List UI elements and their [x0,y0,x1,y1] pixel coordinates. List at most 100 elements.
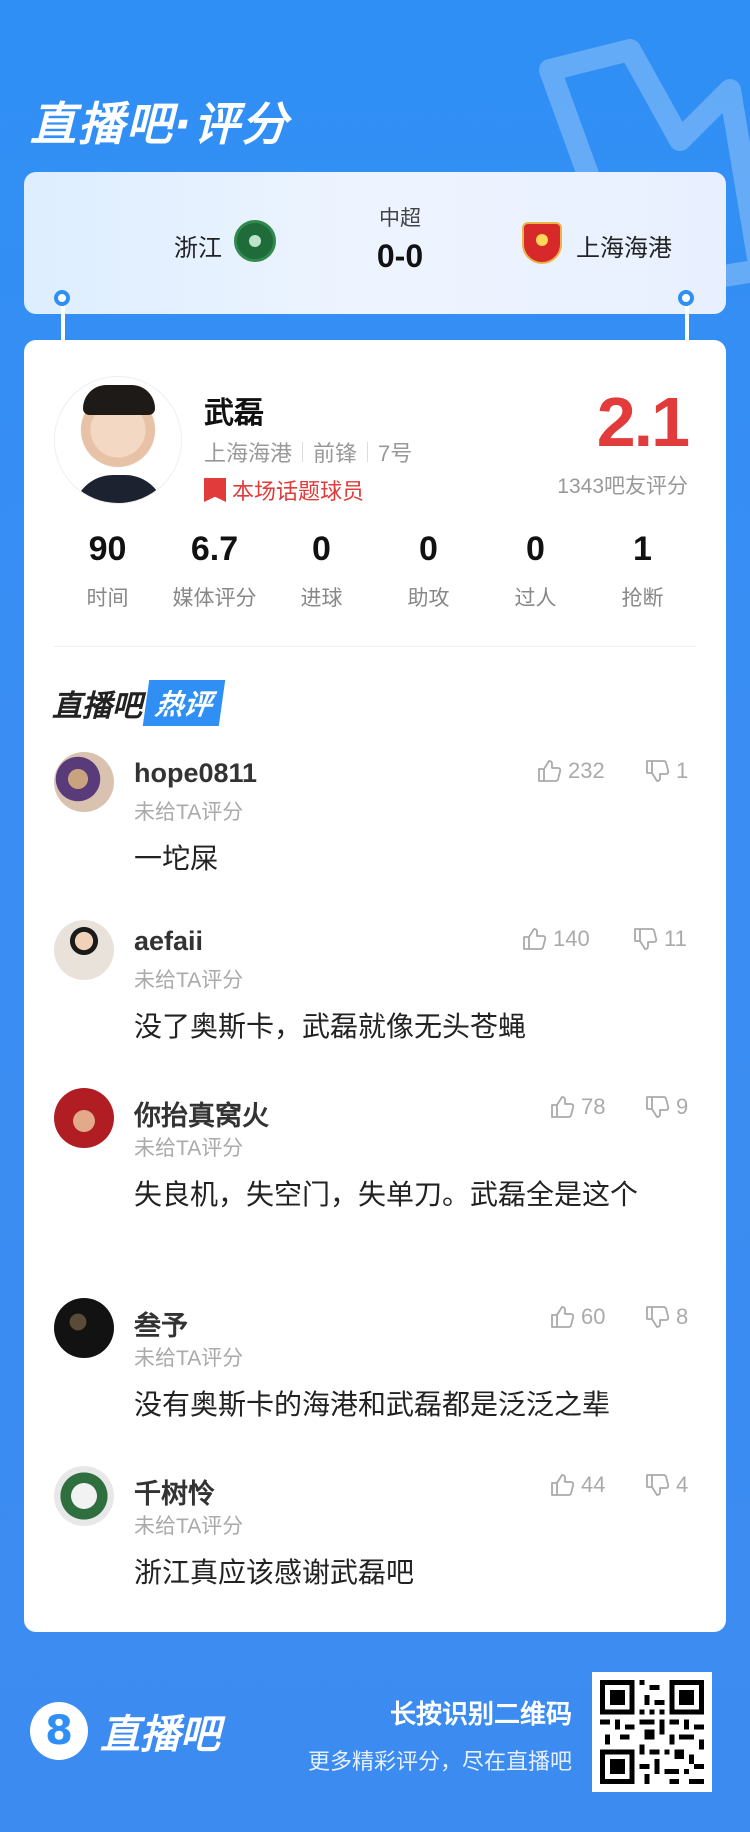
away-team-name: 上海海港 [576,235,672,262]
thumbs-up-icon [523,928,547,950]
stat-dribbles: 0 过人 [482,530,589,612]
user-avatar[interactable] [54,920,114,980]
stat-value: 0 [312,530,331,568]
player-number: 7号 [378,441,413,466]
thumbs-down-icon [646,1096,670,1118]
footer-logo: 8 直播吧 [30,1702,220,1760]
home-team-name: 浙江 [174,235,222,262]
stat-value: 0 [526,530,545,568]
stat-value: 6.7 [190,530,239,568]
stat-value: 90 [88,530,127,568]
comment-username[interactable]: aefaii [134,926,203,957]
stat-media-rating: 6.7 媒体评分 [161,530,268,612]
meta-divider [367,442,369,462]
like-count: 232 [568,758,605,783]
topic-tag-label: 本场话题球员 [232,479,365,504]
stat-value: 1 [633,530,652,568]
footer-logo-text: 直播吧 [100,1712,220,1758]
dislike-button[interactable]: 11 [632,926,687,952]
connector-pin-left-top [54,290,70,306]
stat-label: 抢断 [621,587,664,610]
thumbs-up-icon [551,1474,575,1496]
comment-text: 浙江真应该感谢武磊吧 [134,1557,415,1588]
stat-label: 过人 [514,587,557,610]
comment-username[interactable]: hope0811 [134,758,257,789]
comment-text: 没有奥斯卡的海港和武磊都是泛泛之辈 [134,1389,611,1420]
dislike-count: 4 [676,1472,689,1497]
thumbs-down-icon [646,1474,670,1496]
stat-value: 0 [419,530,438,568]
like-button[interactable]: 44 [549,1472,605,1498]
like-count: 44 [581,1472,606,1497]
comment-username[interactable]: 你抬真窝火 [134,1094,269,1133]
meta-divider [302,442,304,462]
like-count: 60 [581,1304,606,1329]
stat-label: 助攻 [407,587,450,610]
dislike-button[interactable]: 1 [644,758,688,784]
comment-rating-status: 未给TA评分 [134,969,244,992]
home-team-badge-icon [234,220,276,262]
user-avatar[interactable] [54,1088,114,1148]
comment-rating-status: 未给TA评分 [134,1515,244,1538]
like-button[interactable]: 60 [549,1304,605,1330]
stat-tackles: 1 抢断 [589,530,696,612]
dislike-button[interactable]: 8 [644,1304,688,1330]
dislike-count: 8 [676,1304,689,1329]
section-divider [54,646,696,647]
user-avatar[interactable] [54,752,114,812]
dislike-count: 9 [676,1094,689,1119]
player-rating: 2.1 [596,383,690,461]
like-button[interactable]: 232 [536,758,605,784]
thumbs-down-icon [646,1306,670,1328]
player-avatar [54,376,182,504]
league-label: 中超 [379,207,421,230]
dislike-button[interactable]: 9 [644,1094,688,1120]
comment-text: 失良机，失空门，失单刀。武磊全是这个 [134,1179,639,1210]
thumbs-up-icon [538,760,562,782]
comment-rating-status: 未给TA评分 [134,1347,244,1370]
qr-code-icon [600,1680,704,1784]
player-team: 上海海港 [204,441,293,466]
match-card: 浙江 中超 0-0 上海海港 [24,172,726,314]
player-name: 武磊 [204,397,264,430]
flag-icon [204,478,226,502]
thumbs-up-icon [551,1306,575,1328]
qr-code[interactable] [592,1672,712,1792]
like-count: 78 [581,1094,606,1119]
player-card: 武磊 上海海港 前锋 7号 本场话题球员 2.1 1343吧友评分 90 时间 … [24,340,726,1632]
like-button[interactable]: 78 [549,1094,605,1120]
comment-text: 没了奥斯卡，武磊就像无头苍蝇 [134,1011,527,1042]
comment-username[interactable]: 千树怜 [134,1472,215,1511]
stats-row: 90 时间 6.7 媒体评分 0 进球 0 助攻 0 过人 1 抢断 [54,530,696,612]
stat-goals: 0 进球 [268,530,375,612]
stat-assists: 0 助攻 [375,530,482,612]
comment-username[interactable]: 叁予 [134,1304,188,1343]
rating-count: 1343吧友评分 [557,475,688,498]
stat-label: 进球 [300,587,343,610]
brand-logo-icon: 8 [30,1702,88,1760]
stat-time: 90 时间 [54,530,161,612]
away-team-badge-icon [522,222,562,264]
thumbs-down-icon [634,928,658,950]
comment-rating-status: 未给TA评分 [134,1137,244,1160]
stat-label: 时间 [86,587,129,610]
comment-rating-status: 未给TA评分 [134,801,244,824]
stat-label: 媒体评分 [172,587,257,610]
qr-title: 长按识别二维码 [389,1699,572,1729]
comment-text: 一坨屎 [134,843,219,874]
player-meta: 上海海港 前锋 7号 [204,436,412,468]
like-count: 140 [553,926,590,951]
user-avatar[interactable] [54,1466,114,1526]
dislike-button[interactable]: 4 [644,1472,688,1498]
hot-comments-title: 直播吧 热评 [52,680,226,726]
like-button[interactable]: 140 [521,926,590,952]
user-avatar[interactable] [54,1298,114,1358]
topic-player-tag: 本场话题球员 [204,474,364,506]
match-score: 0-0 [376,238,424,274]
thumbs-down-icon [646,760,670,782]
hot-title-badge: 热评 [142,680,226,726]
qr-subtitle: 更多精彩评分，尽在直播吧 [307,1749,572,1774]
player-position: 前锋 [313,441,358,466]
dislike-count: 11 [664,926,687,951]
connector-pin-right-top [678,290,694,306]
